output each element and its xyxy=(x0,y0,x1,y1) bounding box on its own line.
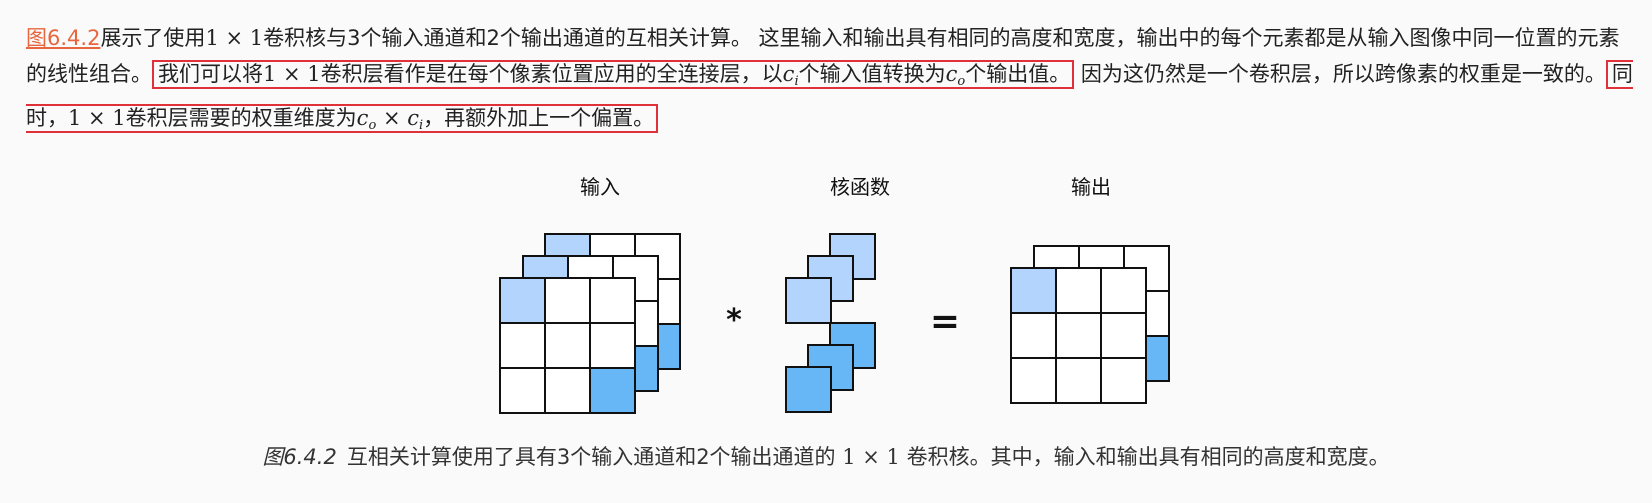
kernel-stack xyxy=(785,233,876,413)
figure-link[interactable]: 图6.4.2 xyxy=(26,26,100,50)
input-stack xyxy=(499,233,681,414)
caption-math: 1 × 1 xyxy=(842,445,900,469)
math-1x1: 1 × 1 xyxy=(205,26,264,50)
kernel-label: 核函数 xyxy=(830,175,890,199)
output-stack xyxy=(1010,245,1170,404)
equals-operator: = xyxy=(930,301,960,342)
convolution-operator: * xyxy=(726,303,742,338)
hl-text: 个输入值转换为 xyxy=(798,62,946,86)
hl-text: 个输出值。 xyxy=(965,62,1071,86)
figure-caption: 图6.4.2 互相关计算使用了具有3个输入通道和2个输出通道的 1 × 1 卷积核… xyxy=(0,442,1652,472)
output-channel-1 xyxy=(1010,267,1147,404)
caption-number: 图6.4.2 xyxy=(262,445,337,469)
para-text: 因为这仍然是一个卷积层，所以跨像素的权重是一致的。 xyxy=(1074,62,1606,86)
highlight-box-1: 我们可以将1 × 1卷积层看作是在每个像素位置应用的全连接层，以ci个输入值转换… xyxy=(152,60,1075,89)
math-1x1: 1 × 1 xyxy=(263,62,321,86)
hl-text: 卷积层看作是在每个像素位置应用的全连接层，以 xyxy=(320,62,783,86)
output-label: 输出 xyxy=(1071,175,1111,199)
hl-text: ，再额外加上一个偏置。 xyxy=(423,106,655,130)
para-text: 展示了使用 xyxy=(100,26,206,50)
math-times: × xyxy=(376,106,408,130)
math-co: c xyxy=(945,62,958,86)
caption-text: 互相关计算使用了具有3个输入通道和2个输出通道的 xyxy=(346,445,843,469)
kernel-1-ch1 xyxy=(785,277,832,324)
math-co: c xyxy=(356,106,369,130)
math-1x1: 1 × 1 xyxy=(68,106,126,130)
math-ci: c xyxy=(782,62,795,86)
kernel-2-ch1 xyxy=(785,366,832,413)
conv-1x1-diagram: 输入 核函数 输出 * = xyxy=(499,175,1170,414)
math-ci: c xyxy=(407,106,419,130)
hl-text: 卷积层需要的权重维度为 xyxy=(125,106,357,130)
input-label: 输入 xyxy=(580,175,620,199)
body-paragraph: 图6.4.2展示了使用1 × 1卷积核与3个输入通道和2个输出通道的互相关计算。… xyxy=(26,20,1636,144)
caption-text: 卷积核。其中，输入和输出具有相同的高度和宽度。 xyxy=(899,445,1390,469)
input-channel-1 xyxy=(499,277,636,414)
hl-text: 我们可以将 xyxy=(158,62,263,86)
